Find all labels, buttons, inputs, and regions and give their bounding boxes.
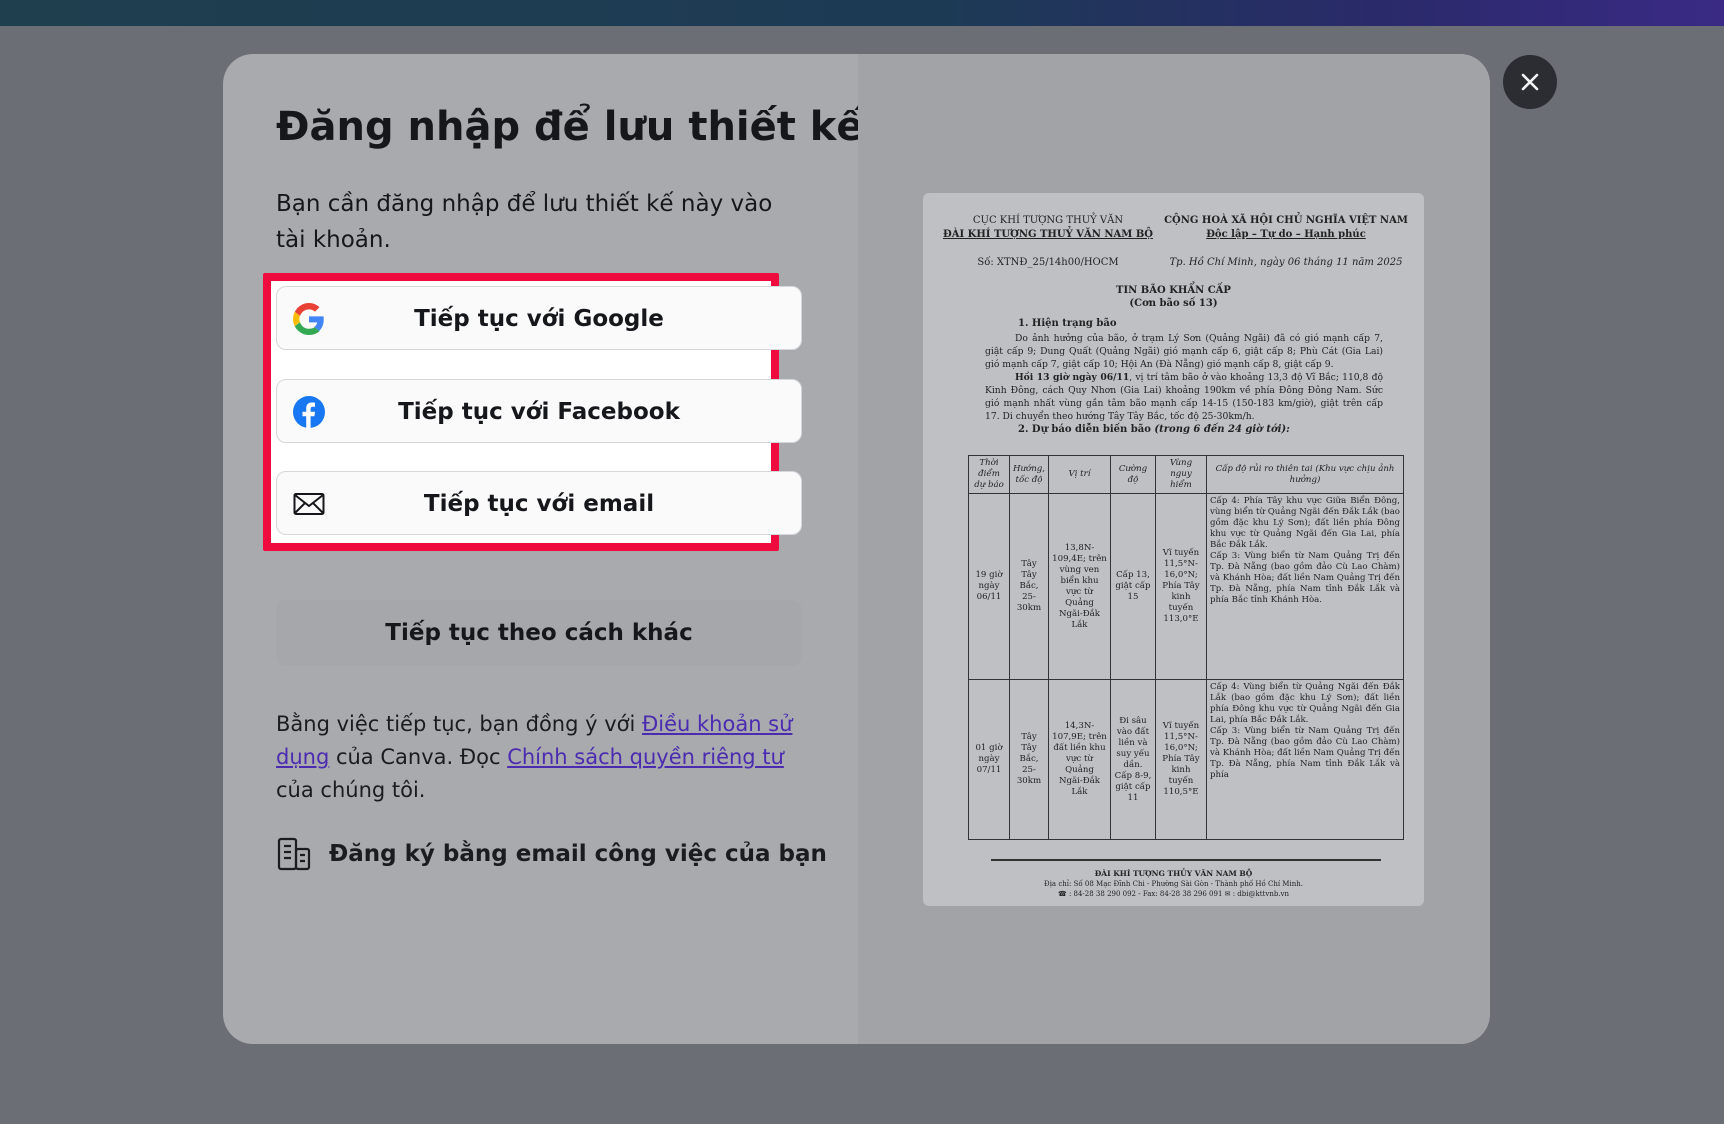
doc-risk-level-3: Cấp 3: Vùng biển từ Nam Quảng Trị đến Tp…: [1209, 726, 1400, 780]
close-icon: [1521, 73, 1539, 91]
email-button-label: Tiếp tục với email: [423, 491, 655, 517]
doc-para-2-bold: Hồi 13 giờ ngày 06/11: [1015, 372, 1130, 383]
doc-risk-level-3: Cấp 3: Vùng biển từ Nam Quảng Trị đến Tp…: [1209, 551, 1400, 605]
doc-cell-direction: Tây Tây Bắc, 25-30km: [1009, 493, 1049, 680]
doc-cell-risk: Cấp 4: Phía Tây khu vực Giữa Biển Đông, …: [1205, 493, 1405, 680]
table-row: 01 giờ ngày 07/11 Tây Tây Bắc, 25-30km 1…: [968, 679, 1405, 840]
doc-cell-direction: Tây Tây Bắc, 25-30km: [1009, 679, 1049, 840]
doc-footer-3: ☎ : 84-28 38 290 092 - Fax: 84-28 38 296…: [1058, 890, 1289, 898]
doc-section-2-note: (trong 6 đến 24 giờ tới):: [1150, 424, 1290, 435]
background-top-bar: [0, 0, 1724, 26]
doc-cell-time: 19 giờ ngày 06/11: [968, 493, 1010, 680]
work-email-signup[interactable]: Đăng ký bằng email công việc của bạn: [276, 834, 827, 874]
doc-para-2: Hồi 13 giờ ngày 06/11, vị trí tâm bão ở …: [985, 371, 1383, 423]
doc-agency-1: CỤC KHÍ TƯỢNG THUỶ VĂN: [972, 215, 1124, 226]
doc-footer-2: Địa chỉ: Số 08 Mạc Đĩnh Chi - Phường Sài…: [1044, 880, 1303, 888]
doc-table-header: Thời điểm dự báo: [968, 455, 1010, 494]
continue-other-button[interactable]: Tiếp tục theo cách khác: [276, 600, 802, 666]
close-button[interactable]: [1503, 55, 1557, 109]
doc-section-2-title: 2. Dự báo diễn biến bão: [1018, 424, 1151, 435]
continue-facebook-button[interactable]: Tiếp tục với Facebook: [276, 379, 802, 443]
doc-footer-1: ĐÀI KHÍ TƯỢNG THỦY VĂN NAM BỘ: [1094, 869, 1253, 878]
doc-subheading: (Cơn bão số 13): [1129, 298, 1218, 309]
building-icon: [277, 837, 311, 871]
doc-cell-position: 13,8N-109,4E; trên vùng ven biển khu vực…: [1047, 493, 1111, 680]
doc-country-2: Độc lập – Tự do – Hạnh phúc: [1206, 229, 1366, 240]
doc-heading: TIN BÃO KHẨN CẤP: [1116, 285, 1231, 296]
doc-table-header: Vùng nguy hiểm: [1154, 455, 1207, 494]
login-panel: Đăng nhập để lưu thiết kế Bạn cần đăng n…: [223, 54, 864, 1044]
other-button-label: Tiếp tục theo cách khác: [385, 620, 693, 646]
work-email-label: Đăng ký bằng email công việc của bạn: [329, 841, 827, 867]
doc-risk-level-4: Cấp 4: Phía Tây khu vực Giữa Biển Đông, …: [1209, 496, 1400, 550]
continue-google-button[interactable]: Tiếp tục với Google: [276, 286, 802, 350]
doc-cell-intensity: Đi sâu vào đất liền và suy yếu dần. Cấp …: [1109, 679, 1156, 840]
doc-country-1: CỘNG HOÀ XÃ HỘI CHỦ NGHĨA VIỆT NAM: [1164, 215, 1408, 226]
doc-section-2: 2. Dự báo diễn biến bão (trong 6 đến 24 …: [1018, 424, 1290, 435]
doc-para-1: Do ảnh hưởng của bão, ở trạm Lý Sơn (Quả…: [985, 333, 1383, 370]
modal-title: Đăng nhập để lưu thiết kế: [276, 104, 864, 150]
doc-cell-intensity: Cấp 13, giật cấp 15: [1109, 493, 1156, 680]
doc-number: Số: XTNĐ_25/14h00/HOCM: [977, 257, 1119, 268]
doc-risk-level-4: Cấp 4: Vùng biển từ Quảng Ngãi đến Đắk L…: [1209, 682, 1400, 725]
modal-subtitle: Bạn cần đăng nhập để lưu thiết kế này và…: [276, 191, 773, 253]
doc-table-header: Vị trí: [1047, 455, 1111, 494]
terms-text-part1: Bằng việc tiếp tục, bạn đồng ý với: [276, 712, 642, 736]
terms-text-part3: của chúng tôi.: [276, 778, 426, 802]
privacy-policy-link[interactable]: Chính sách quyền riêng tư: [507, 745, 784, 769]
doc-date: Tp. Hồ Chí Minh, ngày 06 tháng 11 năm 20…: [1169, 257, 1403, 268]
google-button-label: Tiếp tục với Google: [414, 306, 664, 332]
doc-cell-risk: Cấp 4: Vùng biển từ Quảng Ngãi đến Đắk L…: [1205, 679, 1405, 840]
doc-table-header: Hướng, tốc độ: [1009, 455, 1049, 494]
doc-cell-danger-zone: Vĩ tuyến 11,5°N-16,0°N; Phía Tây kinh tu…: [1154, 493, 1207, 680]
doc-agency-2: ĐÀI KHÍ TƯỢNG THUỶ VĂN NAM BỘ: [943, 229, 1153, 240]
doc-table-header: Cường độ: [1109, 455, 1156, 494]
doc-footer-divider: [991, 859, 1381, 861]
doc-section-1: 1. Hiện trạng bão: [1018, 318, 1117, 329]
doc-table-header: Cấp độ rủi ro thiên tai (Khu vực chịu ản…: [1205, 455, 1405, 494]
terms-text: Bằng việc tiếp tục, bạn đồng ý với Điều …: [276, 708, 816, 807]
doc-cell-position: 14,3N-107,9E; trên đất liền khu vực từ Q…: [1047, 679, 1111, 840]
document-preview: CỤC KHÍ TƯỢNG THUỶ VĂN ĐÀI KHÍ TƯỢNG THU…: [923, 193, 1424, 906]
doc-cell-danger-zone: Vĩ tuyến 11,5°N-16,0°N; Phía Tây kinh tu…: [1154, 679, 1207, 840]
facebook-button-label: Tiếp tục với Facebook: [398, 399, 680, 425]
terms-text-part2: của Canva. Đọc: [329, 745, 508, 769]
doc-cell-time: 01 giờ ngày 07/11: [968, 679, 1010, 840]
table-row: 19 giờ ngày 06/11 Tây Tây Bắc, 25-30km 1…: [968, 493, 1405, 680]
doc-forecast-table: Thời điểm dự báo Hướng, tốc độ Vị trí Cư…: [968, 455, 1405, 840]
continue-email-button[interactable]: Tiếp tục với email: [276, 471, 802, 535]
